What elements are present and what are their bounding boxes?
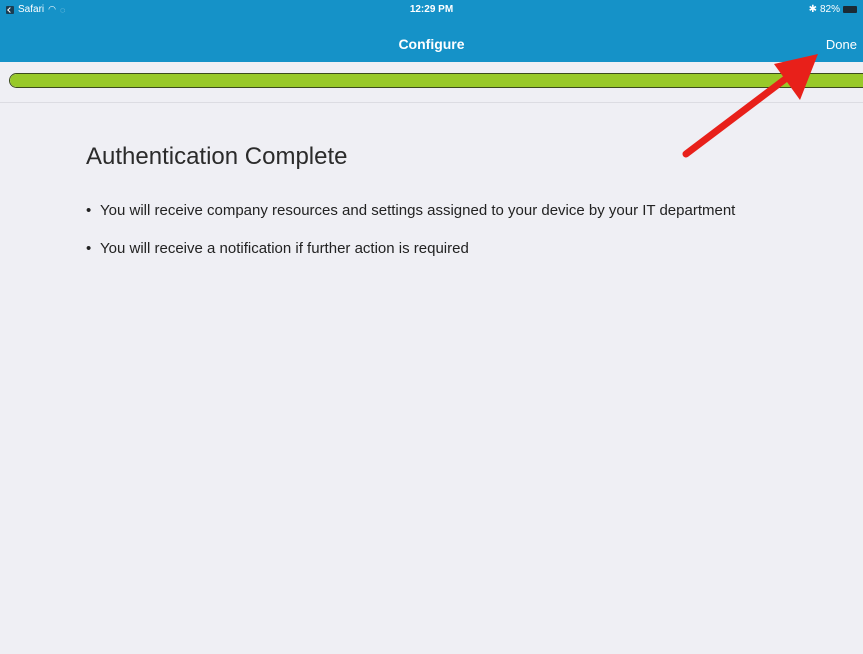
info-list: • You will receive company resources and… bbox=[86, 201, 786, 277]
list-item: • You will receive a notification if fur… bbox=[86, 239, 786, 258]
bullet-icon: • bbox=[86, 240, 92, 257]
page-title: Authentication Complete bbox=[86, 143, 348, 170]
battery-percent: 82% bbox=[819, 4, 840, 15]
status-bar: Safari ◠ ◌ 12:29 PM ✱ 82% bbox=[0, 0, 863, 19]
bullet-icon: • bbox=[86, 202, 92, 219]
bluetooth-icon: ✱ bbox=[808, 4, 817, 15]
list-item: • You will receive company resources and… bbox=[86, 201, 786, 220]
list-item-text: You will receive company resources and s… bbox=[100, 202, 736, 219]
list-item-text: You will receive a notification if furth… bbox=[100, 240, 469, 257]
battery-icon bbox=[843, 6, 857, 13]
status-time: 12:29 PM bbox=[409, 4, 454, 15]
red-arrow-icon bbox=[682, 54, 818, 158]
screen: Safari ◠ ◌ 12:29 PM ✱ 82% Configure Done… bbox=[0, 0, 863, 654]
done-button[interactable]: Done bbox=[826, 37, 857, 52]
status-right: ✱ 82% bbox=[809, 4, 857, 15]
